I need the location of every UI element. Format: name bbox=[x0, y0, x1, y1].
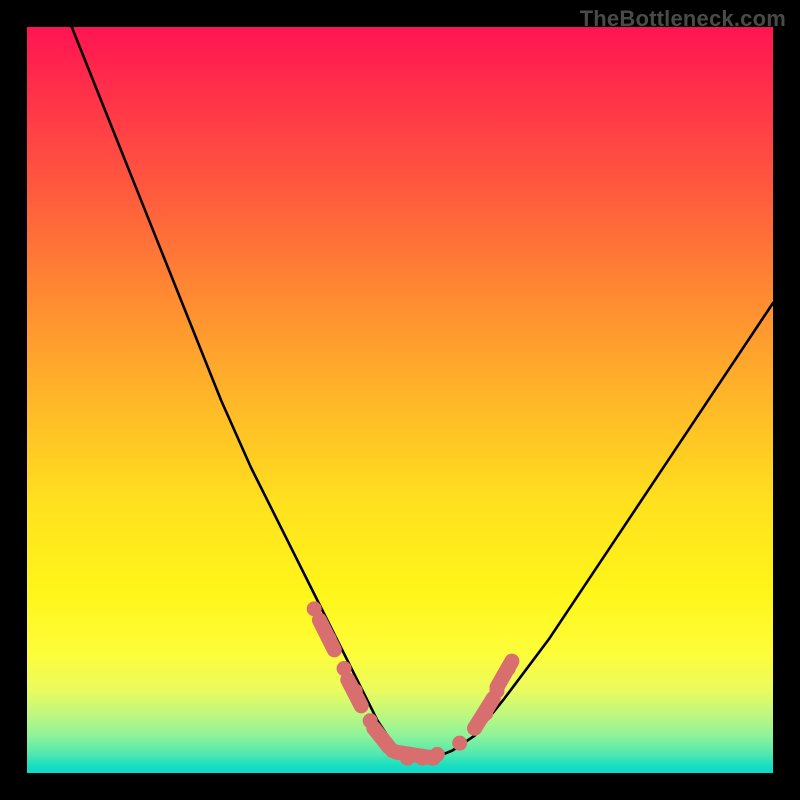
curve-marker bbox=[430, 747, 445, 762]
plot-svg bbox=[27, 27, 773, 773]
curve-marker bbox=[478, 706, 493, 721]
curve-marker bbox=[467, 721, 482, 736]
bottleneck-curve bbox=[72, 27, 773, 758]
curve-marker bbox=[400, 751, 415, 766]
curve-marker bbox=[501, 661, 516, 676]
curve-marker bbox=[337, 661, 352, 676]
curve-marker bbox=[322, 631, 337, 646]
curve-marker bbox=[452, 736, 467, 751]
chart-stage: TheBottleneck.com bbox=[0, 0, 800, 800]
marker-layer bbox=[307, 601, 516, 765]
curve-marker bbox=[363, 713, 378, 728]
plot-frame bbox=[27, 27, 773, 773]
curve-layer bbox=[72, 27, 773, 758]
curve-marker bbox=[385, 743, 400, 758]
curve-marker bbox=[348, 683, 363, 698]
curve-marker bbox=[307, 601, 322, 616]
curve-marker bbox=[489, 683, 504, 698]
curve-marker bbox=[415, 751, 430, 766]
lozenge-segment bbox=[374, 728, 389, 747]
